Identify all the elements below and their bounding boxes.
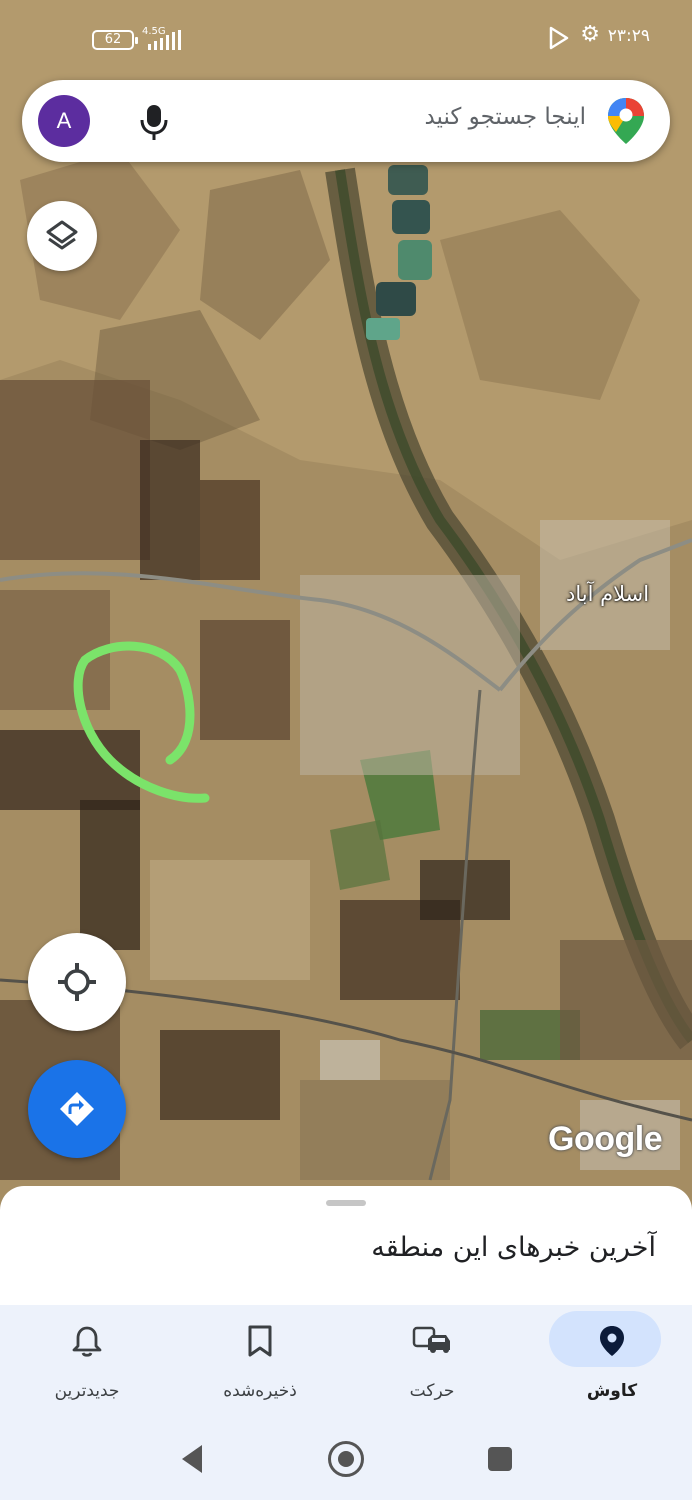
directions-button[interactable] xyxy=(28,1060,126,1158)
gear-icon: ⚙ xyxy=(580,22,600,47)
home-icon[interactable] xyxy=(328,1441,364,1477)
tab-label: جدیدترین xyxy=(54,1381,120,1401)
recents-icon[interactable] xyxy=(488,1447,512,1471)
commute-icon xyxy=(412,1326,450,1353)
play-icon xyxy=(549,26,569,50)
system-nav-bar xyxy=(0,1415,692,1500)
status-bar: 62 4.5G ⚙ ۲۳:۲۹ xyxy=(0,0,692,80)
bell-icon xyxy=(72,1326,102,1357)
tab-label: حرکت xyxy=(409,1381,455,1401)
search-input[interactable]: اینجا جستجو کنید xyxy=(424,104,586,130)
bookmark-icon xyxy=(248,1325,272,1357)
sheet-title: آخرین خبرهای این منطقه xyxy=(371,1232,656,1263)
crosshair-icon xyxy=(58,963,96,1001)
back-icon[interactable] xyxy=(178,1443,206,1475)
battery-icon: 62 xyxy=(92,30,138,50)
map-place-label[interactable]: اسلام آباد xyxy=(566,582,649,606)
layers-button[interactable] xyxy=(27,201,97,271)
tab-updates[interactable]: جدیدترین xyxy=(12,1311,162,1411)
pin-icon xyxy=(600,1326,624,1356)
directions-icon xyxy=(60,1092,94,1126)
google-maps-pin-icon xyxy=(608,98,644,144)
bottom-sheet[interactable]: آخرین خبرهای این منطقه xyxy=(0,1186,692,1306)
google-attribution: Google xyxy=(548,1120,663,1158)
tab-label: کاوش xyxy=(586,1381,638,1401)
search-bar[interactable]: A اینجا جستجو کنید xyxy=(22,80,670,162)
bottom-nav: کاوش حرکت ذخیره‌شده جدیدترین xyxy=(0,1305,692,1415)
mic-icon[interactable] xyxy=(136,102,172,142)
tab-explore[interactable]: کاوش xyxy=(537,1311,687,1411)
signal-icon xyxy=(148,30,181,50)
tab-go[interactable]: حرکت xyxy=(357,1311,507,1411)
avatar[interactable]: A xyxy=(38,95,90,147)
clock: ۲۳:۲۹ xyxy=(607,26,650,46)
my-location-button[interactable] xyxy=(28,933,126,1031)
sheet-drag-handle[interactable] xyxy=(326,1200,366,1206)
tab-label: ذخیره‌شده xyxy=(223,1381,297,1401)
tab-saved[interactable]: ذخیره‌شده xyxy=(185,1311,335,1411)
layers-icon xyxy=(46,220,78,250)
